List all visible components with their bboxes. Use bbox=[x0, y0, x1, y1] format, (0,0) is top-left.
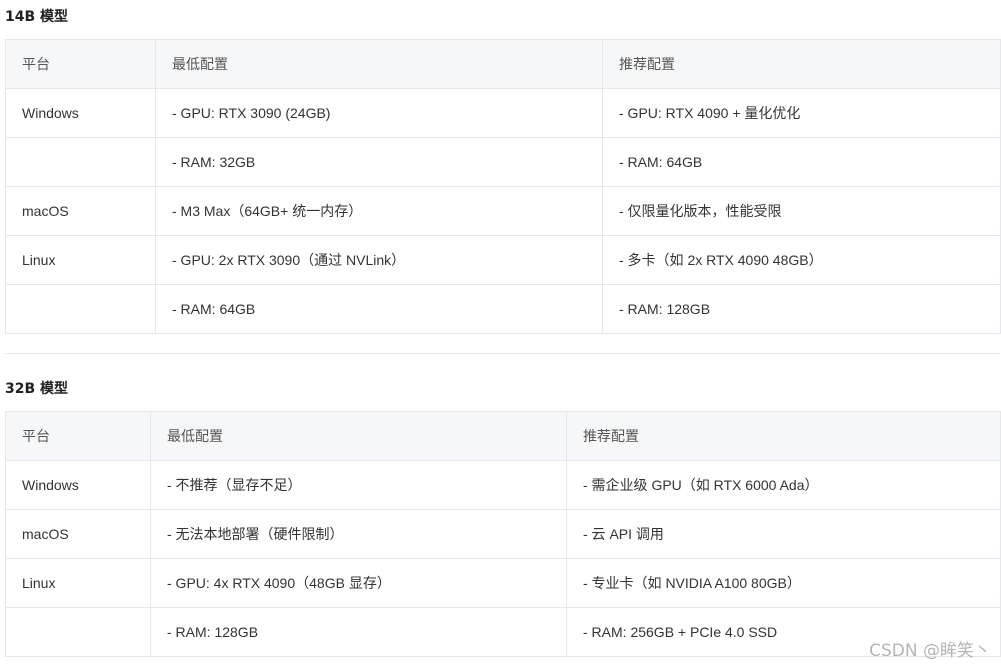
table-cell-platform bbox=[5, 607, 151, 657]
table-cell-minimum: - GPU: RTX 3090 (24GB) bbox=[155, 88, 603, 138]
table-row: Linux - GPU: 4x RTX 4090（48GB 显存） - 专业卡（… bbox=[5, 558, 1001, 608]
table-row: macOS - 无法本地部署（硬件限制） - 云 API 调用 bbox=[5, 509, 1001, 559]
section-title-32b: 32B 模型 bbox=[5, 381, 69, 397]
table-cell-recommended: - RAM: 64GB bbox=[602, 137, 1001, 187]
table-row: - RAM: 128GB - RAM: 256GB + PCIe 4.0 SSD bbox=[5, 607, 1001, 657]
table-cell-recommended: - 云 API 调用 bbox=[566, 509, 1001, 559]
table-cell-minimum: - 不推荐（显存不足） bbox=[150, 460, 567, 510]
table-row: - RAM: 64GB - RAM: 128GB bbox=[5, 284, 1001, 334]
column-header-minimum: 最低配置 bbox=[155, 39, 603, 89]
column-header-platform: 平台 bbox=[5, 39, 156, 89]
table-cell-recommended: - GPU: RTX 4090 + 量化优化 bbox=[602, 88, 1001, 138]
table-cell-recommended: - 多卡（如 2x RTX 4090 48GB） bbox=[602, 235, 1001, 285]
table-cell-minimum: - RAM: 32GB bbox=[155, 137, 603, 187]
table-cell-minimum: - GPU: 4x RTX 4090（48GB 显存） bbox=[150, 558, 567, 608]
table-cell-platform bbox=[5, 137, 156, 187]
section-title-14b: 14B 模型 bbox=[5, 9, 69, 25]
watermark: CSDN @眸笑丶 bbox=[869, 641, 991, 661]
table-cell-platform bbox=[5, 284, 156, 334]
column-header-recommended: 推荐配置 bbox=[602, 39, 1001, 89]
table-cell-platform: Linux bbox=[5, 558, 151, 608]
table-cell-recommended: - RAM: 128GB bbox=[602, 284, 1001, 334]
table-cell-minimum: - M3 Max（64GB+ 统一内存） bbox=[155, 186, 603, 236]
table-header-row: 平台 最低配置 推荐配置 bbox=[5, 411, 1001, 461]
spec-table-32b: 平台 最低配置 推荐配置 Windows - 不推荐（显存不足） - 需企业级 … bbox=[5, 411, 1001, 657]
table-row: Linux - GPU: 2x RTX 3090（通过 NVLink） - 多卡… bbox=[5, 235, 1001, 285]
table-cell-platform: Windows bbox=[5, 460, 151, 510]
table-cell-platform: Windows bbox=[5, 88, 156, 138]
table-row: Windows - 不推荐（显存不足） - 需企业级 GPU（如 RTX 600… bbox=[5, 460, 1001, 510]
table-cell-recommended: - 专业卡（如 NVIDIA A100 80GB） bbox=[566, 558, 1001, 608]
column-header-platform: 平台 bbox=[5, 411, 151, 461]
table-cell-platform: macOS bbox=[5, 186, 156, 236]
section-divider bbox=[5, 353, 1000, 354]
table-cell-minimum: - GPU: 2x RTX 3090（通过 NVLink） bbox=[155, 235, 603, 285]
table-row: macOS - M3 Max（64GB+ 统一内存） - 仅限量化版本，性能受限 bbox=[5, 186, 1001, 236]
spec-table-14b: 平台 最低配置 推荐配置 Windows - GPU: RTX 3090 (24… bbox=[5, 39, 1001, 334]
table-cell-minimum: - RAM: 128GB bbox=[150, 607, 567, 657]
table-cell-recommended: - 仅限量化版本，性能受限 bbox=[602, 186, 1001, 236]
table-row: Windows - GPU: RTX 3090 (24GB) - GPU: RT… bbox=[5, 88, 1001, 138]
table-cell-recommended: - 需企业级 GPU（如 RTX 6000 Ada） bbox=[566, 460, 1001, 510]
table-header-row: 平台 最低配置 推荐配置 bbox=[5, 39, 1001, 89]
table-cell-minimum: - RAM: 64GB bbox=[155, 284, 603, 334]
table-cell-platform: Linux bbox=[5, 235, 156, 285]
column-header-recommended: 推荐配置 bbox=[566, 411, 1001, 461]
table-cell-platform: macOS bbox=[5, 509, 151, 559]
column-header-minimum: 最低配置 bbox=[150, 411, 567, 461]
table-cell-minimum: - 无法本地部署（硬件限制） bbox=[150, 509, 567, 559]
table-row: - RAM: 32GB - RAM: 64GB bbox=[5, 137, 1001, 187]
